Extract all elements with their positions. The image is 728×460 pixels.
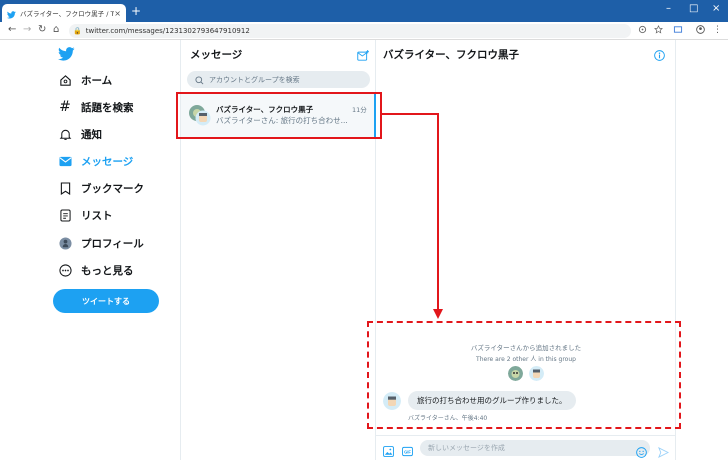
annotation-arrow <box>382 113 443 319</box>
